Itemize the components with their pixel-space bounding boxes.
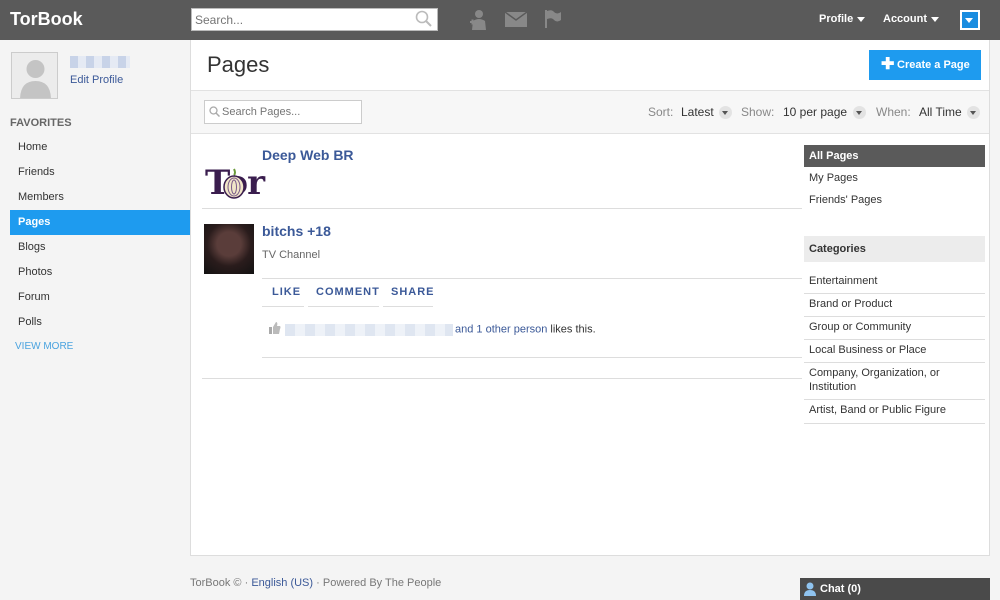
avatar[interactable] bbox=[11, 52, 58, 99]
top-bar: TorBook Profile Account bbox=[0, 0, 1000, 40]
global-search[interactable] bbox=[191, 8, 438, 31]
show-dropdown-icon[interactable] bbox=[853, 106, 866, 119]
onion-icon bbox=[223, 168, 245, 199]
category-link[interactable]: Company, Organization, or Institution bbox=[804, 366, 985, 400]
sidebar-item-friends[interactable]: Friends bbox=[10, 160, 190, 185]
other-likers-link[interactable]: and 1 other person bbox=[455, 323, 547, 335]
footer-separator: · bbox=[316, 577, 320, 589]
likes-suffix: likes this. bbox=[550, 323, 596, 336]
divider bbox=[202, 378, 802, 379]
footer-powered: Powered By The People bbox=[322, 577, 442, 589]
footer-copyright: TorBook © bbox=[190, 577, 242, 589]
language-link[interactable]: English (US) bbox=[251, 577, 313, 589]
chat-bar[interactable]: Chat (0) bbox=[800, 578, 990, 600]
user-name-redacted bbox=[70, 56, 130, 68]
liker-names-redacted bbox=[285, 323, 453, 336]
divider bbox=[262, 357, 802, 358]
page-thumbnail[interactable]: Tor bbox=[204, 153, 265, 203]
notifications-flag-icon[interactable] bbox=[544, 9, 562, 32]
when-label: When: bbox=[876, 105, 911, 119]
show-label: Show: bbox=[741, 105, 775, 119]
when-dropdown-icon[interactable] bbox=[967, 106, 980, 119]
chevron-down-icon bbox=[857, 16, 866, 22]
view-friends-pages[interactable]: Friends' Pages bbox=[804, 194, 985, 206]
search-icon bbox=[209, 106, 221, 120]
plus-icon: ✚ bbox=[881, 56, 895, 73]
footer: TorBook © · English (US) · Powered By Th… bbox=[190, 577, 441, 589]
messages-icon[interactable] bbox=[504, 11, 528, 30]
likes-summary: and 1 other person likes this. bbox=[269, 322, 596, 337]
thumbs-up-icon bbox=[269, 322, 281, 337]
show-value[interactable]: 10 per page bbox=[783, 105, 847, 119]
category-link[interactable]: Artist, Band or Public Figure bbox=[804, 403, 985, 424]
default-avatar-icon bbox=[20, 60, 51, 98]
sort-dropdown-icon[interactable] bbox=[719, 106, 732, 119]
sidebar-item-forum[interactable]: Forum bbox=[10, 285, 190, 310]
view-more-link[interactable]: VIEW MORE bbox=[15, 341, 73, 352]
sort-value[interactable]: Latest bbox=[681, 105, 714, 119]
favorites-menu: Home Friends Members Pages Blogs Photos … bbox=[10, 135, 190, 335]
view-my-pages[interactable]: My Pages bbox=[804, 172, 985, 184]
search-icon[interactable] bbox=[415, 10, 433, 31]
category-link[interactable]: Local Business or Place bbox=[804, 343, 985, 363]
page-title-link[interactable]: Deep Web BR bbox=[262, 147, 354, 163]
footer-separator: · bbox=[244, 577, 249, 589]
share-button[interactable]: SHARE bbox=[383, 277, 434, 307]
friend-requests-icon[interactable] bbox=[469, 9, 489, 34]
main-panel: Pages ✚ Create a Page Sort: Latest Show:… bbox=[190, 40, 990, 556]
sidebar-item-pages[interactable]: Pages bbox=[10, 210, 190, 235]
chat-user-icon bbox=[804, 582, 816, 600]
category-link[interactable]: Entertainment bbox=[804, 274, 985, 294]
sidebar-item-polls[interactable]: Polls bbox=[10, 310, 190, 335]
sort-label: Sort: bbox=[648, 105, 674, 119]
pages-search[interactable] bbox=[204, 100, 362, 124]
sidebar-item-photos[interactable]: Photos bbox=[10, 260, 190, 285]
edit-profile-link[interactable]: Edit Profile bbox=[70, 74, 123, 86]
chat-label: Chat (0) bbox=[820, 583, 861, 595]
search-input[interactable] bbox=[192, 9, 407, 30]
when-value[interactable]: All Time bbox=[919, 105, 962, 119]
brand-logo[interactable]: TorBook bbox=[10, 9, 83, 30]
chevron-down-icon bbox=[965, 18, 973, 23]
account-menu[interactable]: Account bbox=[883, 13, 939, 25]
divider bbox=[202, 208, 802, 209]
chevron-down-icon bbox=[931, 16, 939, 22]
create-page-label: Create a Page bbox=[897, 59, 970, 71]
sidebar-item-members[interactable]: Members bbox=[10, 185, 190, 210]
page-title: Pages bbox=[207, 52, 270, 77]
profile-menu-label: Profile bbox=[819, 13, 854, 25]
favorites-heading: FAVORITES bbox=[10, 117, 72, 129]
like-button[interactable]: LIKE bbox=[262, 277, 304, 307]
pages-search-input[interactable] bbox=[222, 104, 357, 120]
sidebar-item-blogs[interactable]: Blogs bbox=[10, 235, 190, 260]
filter-bar: Sort: Latest Show: 10 per page When: All… bbox=[191, 90, 989, 134]
view-all-pages[interactable]: All Pages bbox=[804, 145, 985, 167]
account-menu-label: Account bbox=[883, 13, 927, 25]
create-page-button[interactable]: ✚ Create a Page bbox=[869, 50, 981, 80]
settings-dropdown-button[interactable] bbox=[960, 10, 980, 30]
page-title-link[interactable]: bitchs +18 bbox=[262, 223, 331, 239]
category-link[interactable]: Group or Community bbox=[804, 320, 985, 340]
profile-menu[interactable]: Profile bbox=[819, 13, 866, 25]
sidebar-item-home[interactable]: Home bbox=[10, 135, 190, 160]
category-link[interactable]: Brand or Product bbox=[804, 297, 985, 317]
page-thumbnail[interactable] bbox=[204, 224, 254, 274]
page-category: TV Channel bbox=[262, 249, 321, 261]
comment-button[interactable]: COMMENT bbox=[308, 277, 379, 307]
categories-heading: Categories bbox=[804, 236, 985, 262]
